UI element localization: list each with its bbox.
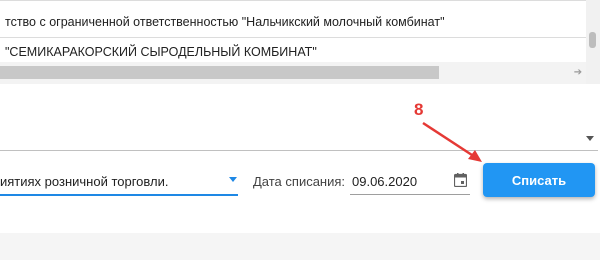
annotation-step-number: 8 bbox=[414, 100, 424, 119]
upper-select-underline[interactable] bbox=[0, 150, 598, 151]
list-item[interactable]: "СЕМИКАРАКОРСКИЙ СЫРОДЕЛЬНЫЙ КОМБИНАТ" bbox=[5, 44, 317, 60]
date-input-underline bbox=[350, 194, 470, 195]
date-input[interactable]: 09.06.2020 bbox=[352, 174, 417, 189]
reason-select-value[interactable]: иятиях розничной торговли. bbox=[0, 174, 168, 189]
footer-area bbox=[0, 233, 600, 260]
chevron-down-icon[interactable] bbox=[229, 177, 237, 182]
submit-write-off-button[interactable]: Списать bbox=[483, 163, 595, 197]
annotation-arrow-icon bbox=[422, 121, 482, 162]
list-item[interactable]: тство с ограниченной ответственностью "Н… bbox=[5, 14, 445, 30]
vertical-scrollbar-thumb[interactable] bbox=[589, 32, 596, 48]
horizontal-scrollbar-thumb[interactable] bbox=[0, 66, 439, 79]
scroll-right-icon[interactable]: ➔ bbox=[572, 67, 584, 79]
chevron-down-icon[interactable] bbox=[586, 136, 594, 141]
calendar-icon[interactable] bbox=[454, 173, 467, 187]
row-divider bbox=[0, 37, 586, 38]
date-label: Дата списания: bbox=[253, 174, 346, 189]
reason-select-underline bbox=[0, 194, 238, 196]
row-divider bbox=[0, 0, 586, 1]
